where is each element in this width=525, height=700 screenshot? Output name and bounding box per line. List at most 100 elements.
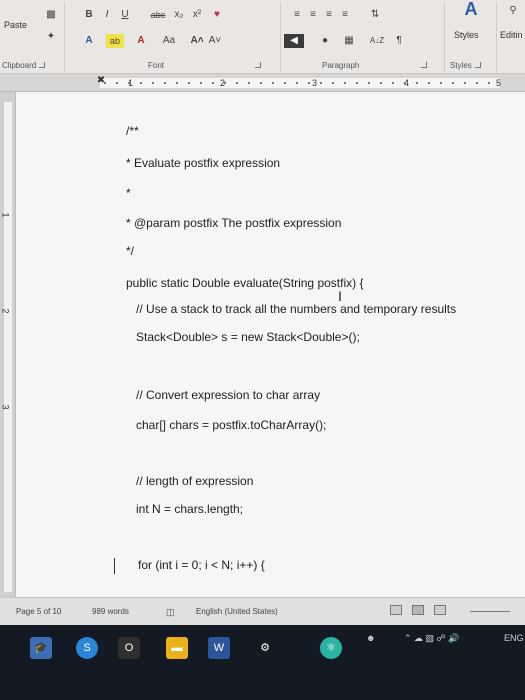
ruler-tick xyxy=(248,82,250,84)
ruler-tick xyxy=(152,82,154,84)
ribbon: Paste ▩ ✦ Clipboard B I U abc x₂ x² ♥ A … xyxy=(0,0,525,74)
paragraph-dialog-launcher[interactable] xyxy=(418,61,427,70)
document-page[interactable]: /** * Evaluate postfix expression * * @p… xyxy=(16,92,525,597)
proofing-icon[interactable]: ◫ xyxy=(166,607,175,618)
settings-icon[interactable]: ⚙ xyxy=(254,637,276,659)
language-indicator[interactable]: English (United States) xyxy=(196,607,278,616)
grow-font-button[interactable]: A˄ xyxy=(190,34,204,48)
ruler-tick xyxy=(320,82,322,84)
italic-button[interactable]: I xyxy=(100,8,114,22)
vruler-number: 1 xyxy=(0,212,11,218)
language-tray[interactable]: ENG xyxy=(504,633,524,643)
align-left-icon[interactable]: ≡ xyxy=(290,8,304,22)
text-effects-button[interactable]: A xyxy=(82,34,96,48)
vruler-text-area xyxy=(4,102,12,592)
bullets-icon[interactable]: ● xyxy=(318,34,332,48)
clipboard-group-label: Clipboard xyxy=(2,61,46,70)
ruler-tick xyxy=(452,82,454,84)
doc-line[interactable]: * xyxy=(126,186,131,200)
divider xyxy=(444,2,445,72)
store-icon[interactable]: O xyxy=(118,637,140,659)
justify-icon[interactable]: ≡ xyxy=(338,8,352,22)
highlight-button[interactable]: ab xyxy=(106,34,124,48)
ruler-tick xyxy=(212,82,214,84)
tray-icons[interactable]: ⌃ ☁ ▧ ☍ 🔊 xyxy=(404,633,459,644)
styles-button[interactable]: Styles xyxy=(454,28,479,42)
borders-icon[interactable]: ▦ xyxy=(342,34,356,48)
font-group-label: Font xyxy=(148,61,165,70)
change-case-button[interactable]: Aa xyxy=(158,34,180,48)
ruler-tick xyxy=(176,82,178,84)
doc-line[interactable]: for (int i = 0; i < N; i++) { xyxy=(138,558,265,572)
indent-marker-icon[interactable]: ✖ xyxy=(94,74,108,88)
font-color-button[interactable]: A xyxy=(134,34,148,48)
web-layout-button[interactable] xyxy=(434,605,446,615)
page-count[interactable]: Page 5 of 10 xyxy=(16,607,61,616)
doc-line[interactable]: int N = chars.length; xyxy=(136,502,243,516)
ruler-tick xyxy=(296,82,298,84)
copy-icon[interactable]: ▩ xyxy=(44,8,58,22)
line-spacing-icon[interactable]: ⇅ xyxy=(368,8,382,22)
doc-line[interactable]: * @param postfix The postfix expression xyxy=(126,216,341,230)
dialog-launcher-icon[interactable] xyxy=(255,62,261,68)
doc-line[interactable]: * Evaluate postfix expression xyxy=(126,156,280,170)
taskbar: 🎓 S O ▬ W ⚙ ⚛ ☻ ⌃ ☁ ▧ ☍ 🔊 ENG xyxy=(0,625,525,700)
doc-line[interactable]: /** xyxy=(126,124,139,138)
underline-button[interactable]: U xyxy=(118,8,132,22)
paste-button[interactable]: Paste xyxy=(4,18,27,32)
editing-button[interactable]: Editin xyxy=(500,28,523,42)
start-icon[interactable]: 🎓 xyxy=(30,637,52,659)
font-dialog-launcher[interactable] xyxy=(252,61,261,70)
ruler-tick xyxy=(392,82,394,84)
shrink-font-button[interactable]: A˅ xyxy=(208,34,222,48)
dialog-launcher-icon[interactable] xyxy=(474,62,481,68)
ruler-tick xyxy=(344,82,346,84)
strikethrough-button[interactable]: abc xyxy=(148,8,168,22)
superscript-button[interactable]: x² xyxy=(190,8,204,22)
doc-line[interactable]: char[] chars = postfix.toCharArray(); xyxy=(136,418,326,432)
sticky-notes-icon[interactable]: ▬ xyxy=(166,637,188,659)
subscript-button[interactable]: x₂ xyxy=(172,8,186,22)
styles-group: A Styles Styles xyxy=(446,0,496,74)
ruler-number: 3 xyxy=(312,78,318,88)
styles-group-label: Styles xyxy=(450,61,481,70)
zoom-slider[interactable] xyxy=(470,611,510,612)
vertical-ruler[interactable]: 1 2 3 xyxy=(0,92,16,597)
clipboard-group: Paste ▩ ✦ Clipboard xyxy=(0,0,62,74)
align-right-icon[interactable]: ≡ xyxy=(322,8,336,22)
horizontal-ruler[interactable]: ✖ 12345 xyxy=(0,74,525,92)
ruler-tick xyxy=(308,82,310,84)
shading-icon[interactable]: ◀ xyxy=(284,34,304,48)
word-count[interactable]: 989 words xyxy=(92,607,129,616)
doc-line[interactable]: public static Double evaluate(String pos… xyxy=(126,276,363,290)
doc-line[interactable]: // Use a stack to track all the numbers … xyxy=(136,302,456,316)
ruler-tick xyxy=(332,82,334,84)
skype-icon[interactable]: S xyxy=(76,637,98,659)
bold-button[interactable]: B xyxy=(82,8,96,22)
dialog-launcher-icon[interactable] xyxy=(421,62,427,68)
read-mode-button[interactable] xyxy=(390,605,402,615)
paragraph-group: ≡ ≡ ≡ ≡ ⇅ ◀ ● ▦ A↓Z ¶ Paragraph xyxy=(282,0,440,74)
clear-formatting-icon[interactable]: ♥ xyxy=(210,8,224,22)
dialog-launcher-icon[interactable] xyxy=(39,62,46,68)
ruler-tick xyxy=(488,82,490,84)
print-layout-button[interactable] xyxy=(412,605,424,615)
ruler-tick xyxy=(224,82,226,84)
doc-line[interactable]: Stack<Double> s = new Stack<Double>(); xyxy=(136,330,360,344)
doc-line[interactable]: */ xyxy=(126,244,134,258)
word-icon[interactable]: W xyxy=(208,637,230,659)
show-formatting-button[interactable]: ¶ xyxy=(392,34,406,48)
people-icon[interactable]: ☻ xyxy=(366,633,375,643)
ruler-tick xyxy=(236,82,238,84)
search-icon[interactable]: ⚲ xyxy=(506,4,520,18)
ruler-tick xyxy=(188,82,190,84)
ruler-tick xyxy=(416,82,418,84)
format-painter-icon[interactable]: ✦ xyxy=(44,30,58,44)
sort-button[interactable]: A↓Z xyxy=(366,34,388,48)
styles-icon[interactable]: A xyxy=(460,0,482,24)
paste-label: Paste xyxy=(4,20,28,30)
app-icon[interactable]: ⚛ xyxy=(320,637,342,659)
doc-line[interactable]: // length of expression xyxy=(136,474,253,488)
align-center-icon[interactable]: ≡ xyxy=(306,8,320,22)
doc-line[interactable]: // Convert expression to char array xyxy=(136,388,320,402)
